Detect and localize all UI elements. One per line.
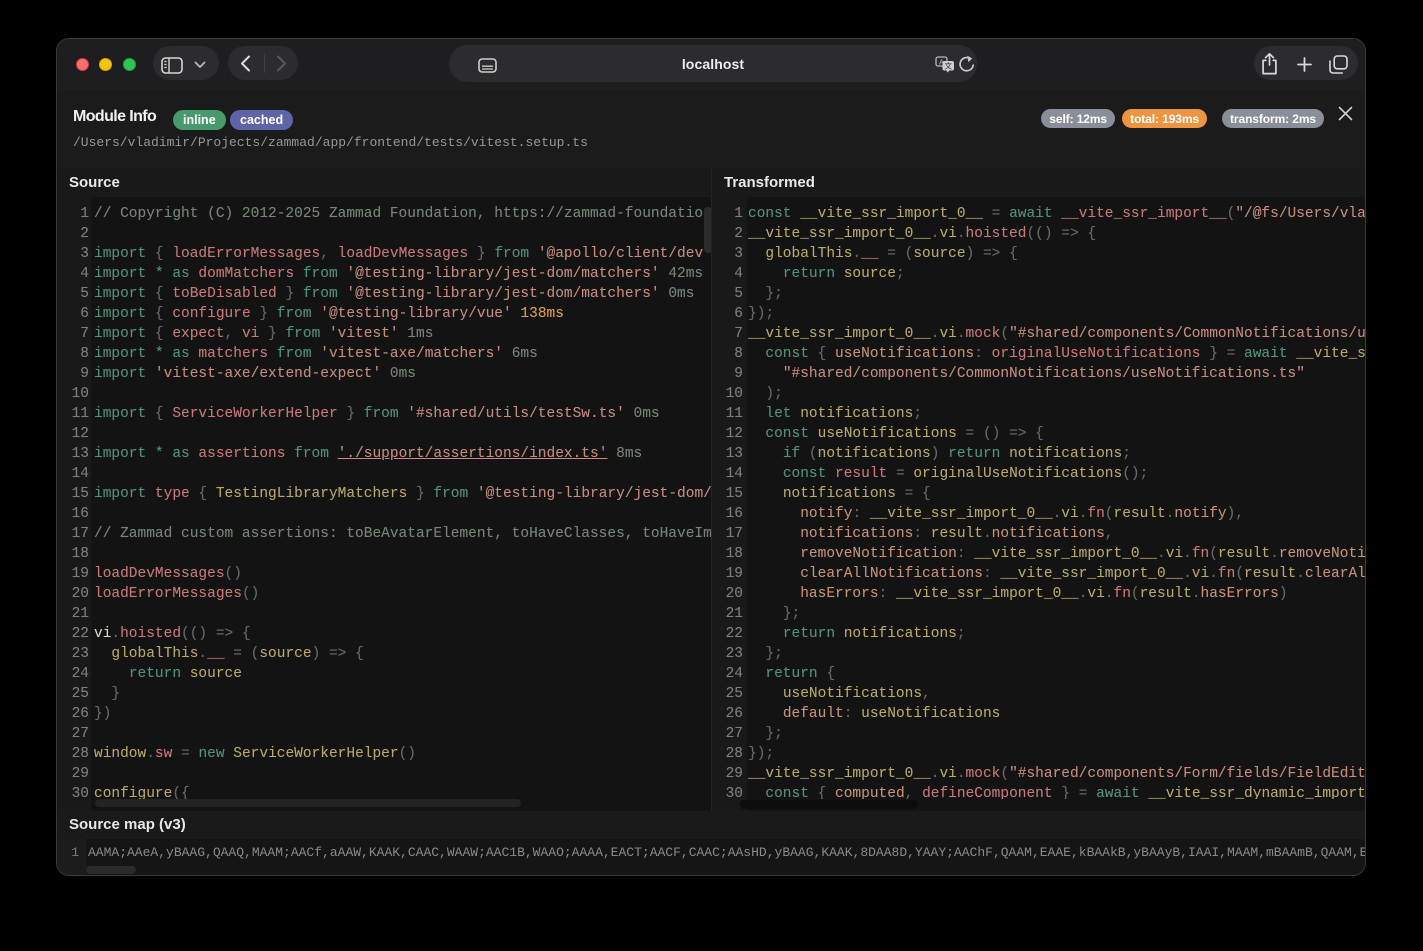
svg-text:文: 文 — [944, 60, 952, 70]
